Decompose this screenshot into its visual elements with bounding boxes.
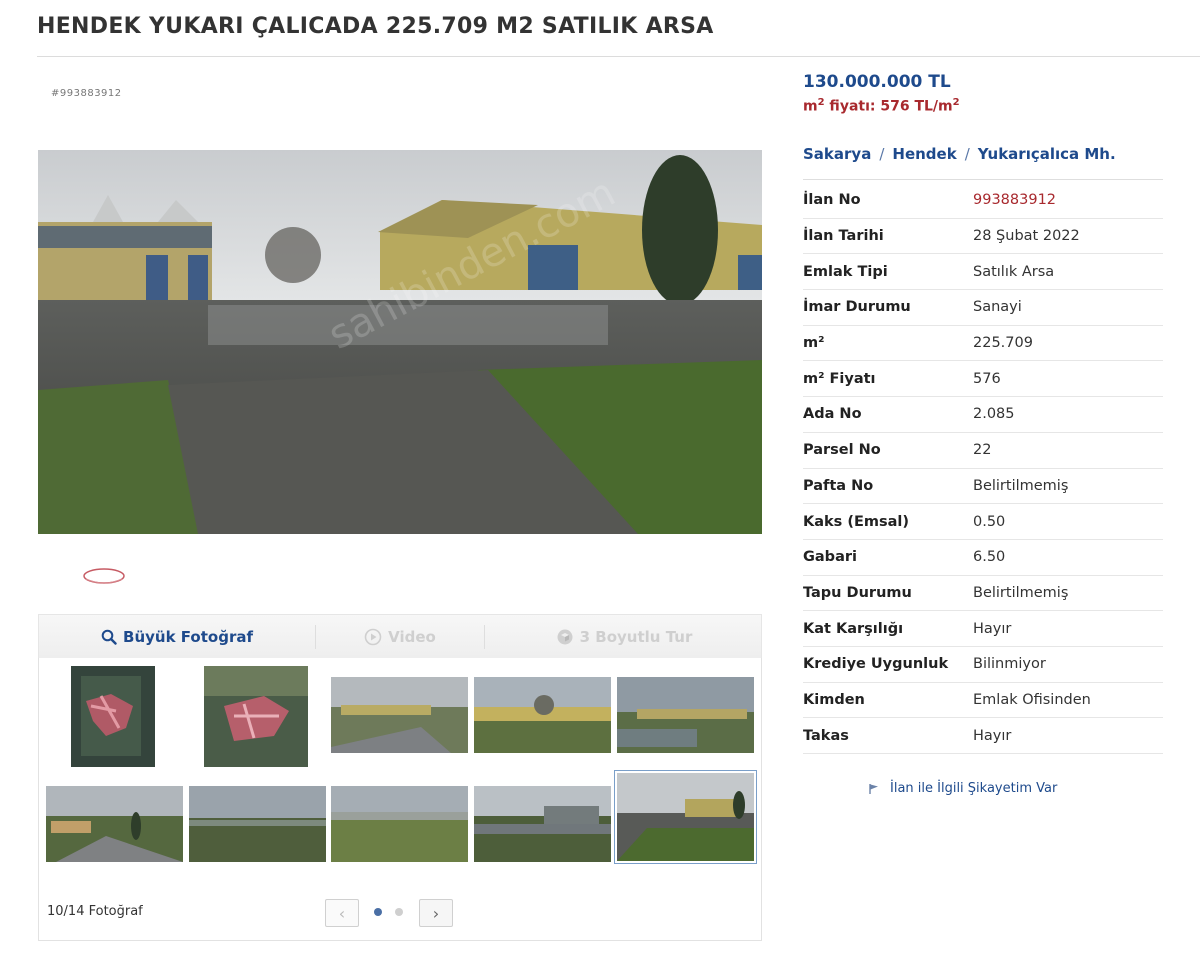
- detail-label: m²: [803, 335, 825, 352]
- thumbnail[interactable]: [331, 677, 468, 753]
- detail-value: 993883912: [973, 192, 1057, 209]
- gallery-page-dot-active[interactable]: [374, 908, 382, 916]
- detail-value: Bilinmiyor: [973, 656, 1046, 673]
- thumbnail[interactable]: [331, 786, 468, 862]
- breadcrumb-separator: /: [964, 145, 970, 163]
- detail-row: Kat Karşılığı Hayır: [803, 611, 1163, 647]
- listing-price: 130.000.000 TL: [803, 72, 951, 92]
- detail-value: 0.50: [973, 513, 1006, 530]
- tab-3d-tour-label: 3 Boyutlu Tur: [579, 628, 693, 646]
- agency-logo: [83, 568, 125, 584]
- detail-label: Tapu Durumu: [803, 584, 912, 601]
- search-icon: [101, 629, 117, 645]
- media-tabs: Büyük Fotoğraf Video 3 Boyutlu Tur: [38, 614, 762, 658]
- breadcrumb-separator: /: [879, 145, 885, 163]
- detail-value: 28 Şubat 2022: [973, 228, 1080, 245]
- title-divider: [37, 56, 1200, 57]
- detail-label: İlan Tarihi: [803, 228, 884, 245]
- detail-label: Kimden: [803, 691, 865, 708]
- detail-row: Parsel No 22: [803, 433, 1163, 469]
- gallery-next-button[interactable]: ›: [419, 899, 453, 927]
- detail-label: Kat Karşılığı: [803, 620, 904, 637]
- breadcrumb-city[interactable]: Sakarya: [803, 145, 871, 163]
- tab-large-photo-label: Büyük Fotoğraf: [123, 628, 253, 646]
- detail-label: Krediye Uygunluk: [803, 656, 949, 673]
- main-photo[interactable]: sahibinden.com: [38, 150, 762, 534]
- breadcrumb-neighborhood[interactable]: Yukarıçalıca Mh.: [978, 145, 1116, 163]
- unit-price: m2 fiyatı: 576 TL/m2: [803, 97, 960, 115]
- detail-row: İmar Durumu Sanayi: [803, 290, 1163, 326]
- detail-row: İlan No 993883912: [803, 183, 1163, 219]
- detail-label: Ada No: [803, 406, 862, 423]
- gallery-page-dot[interactable]: [395, 908, 403, 916]
- detail-value: Hayır: [973, 620, 1012, 637]
- tab-video[interactable]: Video: [316, 615, 484, 659]
- detail-value: Emlak Ofisinden: [973, 691, 1091, 708]
- detail-label: Pafta No: [803, 477, 874, 494]
- detail-value: Sanayi: [973, 299, 1022, 316]
- play-icon: [364, 628, 382, 646]
- main-photo-image: sahibinden.com: [38, 150, 762, 534]
- detail-label: Gabari: [803, 549, 857, 566]
- complaint-link[interactable]: İlan ile İlgili Şikayetim Var: [868, 781, 1057, 796]
- thumbnail[interactable]: [204, 666, 308, 767]
- detail-value: Hayır: [973, 727, 1012, 744]
- detail-row: Kaks (Emsal) 0.50: [803, 504, 1163, 540]
- detail-value: 576: [973, 370, 1001, 387]
- detail-row: Pafta No Belirtilmemiş: [803, 469, 1163, 505]
- detail-label: Kaks (Emsal): [803, 513, 909, 530]
- detail-value: 225.709: [973, 335, 1033, 352]
- detail-label: Parsel No: [803, 442, 881, 459]
- cube-icon: [556, 628, 574, 646]
- detail-value: 22: [973, 442, 992, 459]
- thumbnail[interactable]: [46, 786, 183, 862]
- tab-3d-tour[interactable]: 3 Boyutlu Tur: [485, 615, 763, 659]
- detail-row: Tapu Durumu Belirtilmemiş: [803, 576, 1163, 612]
- detail-row: Takas Hayır: [803, 718, 1163, 754]
- detail-row: Kimden Emlak Ofisinden: [803, 683, 1163, 719]
- thumbnail[interactable]: [189, 786, 326, 862]
- detail-label: İmar Durumu: [803, 299, 911, 316]
- detail-row: Krediye Uygunluk Bilinmiyor: [803, 647, 1163, 683]
- photo-counter: 10/14 Fotoğraf: [47, 904, 143, 919]
- unit-price-sup: 2: [817, 97, 825, 108]
- detail-value: Belirtilmemiş: [973, 584, 1069, 601]
- thumbnail-selected[interactable]: [614, 770, 757, 864]
- location-breadcrumb: Sakarya / Hendek / Yukarıçalıca Mh.: [803, 145, 1116, 163]
- gallery-prev-button[interactable]: ‹: [325, 899, 359, 927]
- unit-price-prefix: m: [803, 98, 818, 115]
- tab-large-photo[interactable]: Büyük Fotoğraf: [39, 615, 315, 659]
- thumbnail[interactable]: [71, 666, 155, 767]
- detail-label: Emlak Tipi: [803, 263, 888, 280]
- thumbnail[interactable]: [474, 786, 611, 862]
- complaint-link-label: İlan ile İlgili Şikayetim Var: [890, 781, 1058, 796]
- tab-video-label: Video: [388, 628, 436, 646]
- thumbnail[interactable]: [474, 677, 611, 753]
- detail-row: Gabari 6.50: [803, 540, 1163, 576]
- page-title: HENDEK YUKARI ÇALICADA 225.709 M2 SATILI…: [37, 14, 714, 39]
- location-divider: [803, 179, 1163, 180]
- detail-label: İlan No: [803, 192, 861, 209]
- detail-label: m² Fiyatı: [803, 370, 876, 387]
- detail-row: m² Fiyatı 576: [803, 361, 1163, 398]
- unit-price-text: fiyatı: 576 TL/m: [824, 98, 953, 115]
- unit-price-sup: 2: [952, 97, 960, 108]
- chevron-left-icon: ‹: [338, 903, 346, 923]
- detail-row: m² 225.709: [803, 326, 1163, 362]
- chevron-right-icon: ›: [432, 903, 440, 923]
- thumbnail-gallery: [38, 658, 762, 941]
- detail-value: 2.085: [973, 406, 1015, 423]
- detail-row: Emlak Tipi Satılık Arsa: [803, 254, 1163, 291]
- detail-row: Ada No 2.085: [803, 397, 1163, 433]
- detail-value: Satılık Arsa: [973, 263, 1055, 280]
- listing-id: #993883912: [51, 88, 122, 99]
- detail-label: Takas: [803, 727, 849, 744]
- detail-value: 6.50: [973, 549, 1006, 566]
- listing-details-table: İlan No 993883912 İlan Tarihi 28 Şubat 2022…: [803, 183, 1163, 754]
- breadcrumb-district[interactable]: Hendek: [892, 145, 956, 163]
- thumbnail[interactable]: [617, 677, 754, 753]
- detail-value: Belirtilmemiş: [973, 477, 1069, 494]
- detail-row: İlan Tarihi 28 Şubat 2022: [803, 219, 1163, 255]
- flag-icon: [868, 783, 880, 795]
